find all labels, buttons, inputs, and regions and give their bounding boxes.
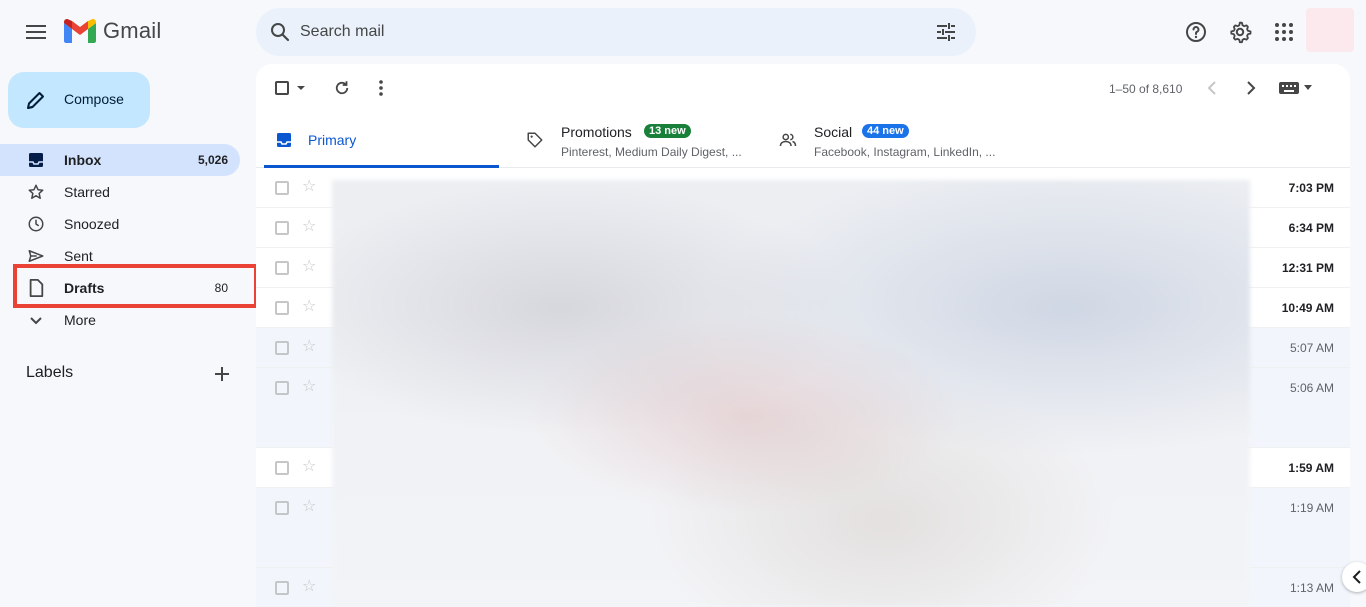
sidebar-item-label: Inbox (64, 152, 102, 168)
pagination-text: 1–50 of 8,610 (1109, 82, 1183, 96)
apps-button[interactable] (1264, 12, 1304, 52)
star-icon[interactable]: ☆ (302, 499, 316, 515)
new-count-badge: 44 new (862, 124, 909, 138)
search-input[interactable] (300, 21, 900, 43)
plus-icon[interactable] (210, 362, 234, 386)
email-time: 12:31 PM (1281, 261, 1334, 275)
sidebar-item-more[interactable]: More (0, 304, 240, 336)
search-bar[interactable] (256, 8, 976, 56)
sidebar-item-label: Sent (64, 248, 93, 264)
tab-senders: Facebook, Instagram, LinkedIn, ... (814, 145, 996, 159)
people-icon (779, 133, 797, 147)
row-checkbox[interactable] (275, 261, 289, 275)
drafts-highlight-box (13, 264, 258, 308)
tab-label: Promotions (561, 124, 632, 140)
top-bar: Gmail (0, 0, 1366, 64)
mail-list-panel: 1–50 of 8,610 Primary Promotions 13 new … (256, 64, 1350, 607)
tab-label: Primary (308, 132, 357, 148)
hamburger-icon (26, 25, 46, 39)
gmail-m-icon (64, 19, 96, 43)
sidebar-item-label: More (64, 312, 96, 328)
main-menu-button[interactable] (14, 10, 58, 54)
row-checkbox[interactable] (275, 461, 289, 475)
clock-icon (26, 214, 46, 234)
row-checkbox[interactable] (275, 501, 289, 515)
email-time: 10:49 AM (1281, 301, 1334, 315)
input-tools-dropdown-icon[interactable] (1303, 85, 1313, 91)
sidebar-item-starred[interactable]: Starred (0, 176, 240, 208)
email-time: 1:19 AM (1289, 501, 1334, 515)
email-time: 5:07 AM (1289, 341, 1334, 355)
chevron-down-icon (26, 310, 46, 330)
email-time: 7:03 PM (1288, 181, 1334, 195)
email-time: 5:06 AM (1289, 381, 1334, 395)
star-icon (26, 182, 46, 202)
compose-button[interactable]: Compose (8, 72, 150, 128)
app-name: Gmail (103, 18, 162, 43)
star-icon[interactable]: ☆ (302, 579, 316, 595)
sidebar-item-label: Starred (64, 184, 110, 200)
account-avatar[interactable] (1306, 8, 1354, 52)
side-panel-toggle[interactable] (1342, 562, 1366, 592)
tag-icon (527, 132, 543, 148)
row-checkbox[interactable] (275, 221, 289, 235)
help-icon (1186, 22, 1206, 42)
email-time: 6:34 PM (1288, 221, 1334, 235)
search-options-icon[interactable] (934, 20, 958, 44)
send-icon (26, 246, 46, 266)
row-checkbox[interactable] (275, 181, 289, 195)
select-dropdown-icon[interactable] (296, 84, 306, 92)
support-button[interactable] (1176, 12, 1216, 52)
settings-button[interactable] (1220, 12, 1260, 52)
keyboard-icon[interactable] (1279, 82, 1299, 94)
labels-heading: Labels (26, 364, 74, 381)
tab-promotions[interactable]: Promotions 13 new Pinterest, Medium Dail… (518, 112, 763, 168)
redacted-email-content (332, 180, 1250, 607)
row-checkbox[interactable] (275, 381, 289, 395)
row-checkbox[interactable] (275, 301, 289, 315)
star-icon[interactable]: ☆ (302, 259, 316, 275)
star-icon[interactable]: ☆ (302, 379, 316, 395)
select-all-checkbox[interactable] (275, 81, 289, 95)
search-icon[interactable] (268, 20, 292, 44)
email-time: 1:59 AM (1288, 461, 1334, 475)
sidebar-item-inbox[interactable]: Inbox 5,026 (0, 144, 240, 176)
inbox-icon (26, 150, 46, 170)
tab-senders: Pinterest, Medium Daily Digest, ... (561, 145, 742, 159)
star-icon[interactable]: ☆ (302, 179, 316, 195)
inbox-icon (277, 133, 291, 147)
sidebar-item-snoozed[interactable]: Snoozed (0, 208, 240, 240)
pencil-icon (27, 92, 44, 109)
gear-icon (1230, 21, 1252, 44)
sidebar-item-label: Snoozed (64, 216, 120, 232)
category-tabs: Primary Promotions 13 new Pinterest, Med… (256, 112, 1350, 168)
tab-primary[interactable]: Primary (264, 112, 499, 168)
email-time: 1:13 AM (1289, 581, 1334, 595)
row-checkbox[interactable] (275, 341, 289, 355)
star-icon[interactable]: ☆ (302, 459, 316, 475)
previous-page-icon[interactable] (1207, 81, 1217, 95)
star-icon[interactable]: ☆ (302, 299, 316, 315)
tab-social[interactable]: Social 44 new Facebook, Instagram, Linke… (771, 112, 1016, 168)
tab-label: Social (814, 124, 853, 140)
chevron-left-icon (1352, 570, 1361, 584)
new-count-badge: 13 new (644, 124, 691, 138)
unread-count: 5,026 (197, 153, 228, 167)
star-icon[interactable]: ☆ (302, 339, 316, 355)
gmail-logo[interactable]: Gmail (64, 18, 161, 44)
apps-grid-icon (1275, 23, 1293, 41)
next-page-icon[interactable] (1246, 81, 1256, 95)
more-options-icon[interactable] (378, 79, 384, 97)
star-icon[interactable]: ☆ (302, 219, 316, 235)
refresh-icon[interactable] (333, 79, 351, 97)
compose-label: Compose (64, 91, 124, 107)
row-checkbox[interactable] (275, 581, 289, 595)
